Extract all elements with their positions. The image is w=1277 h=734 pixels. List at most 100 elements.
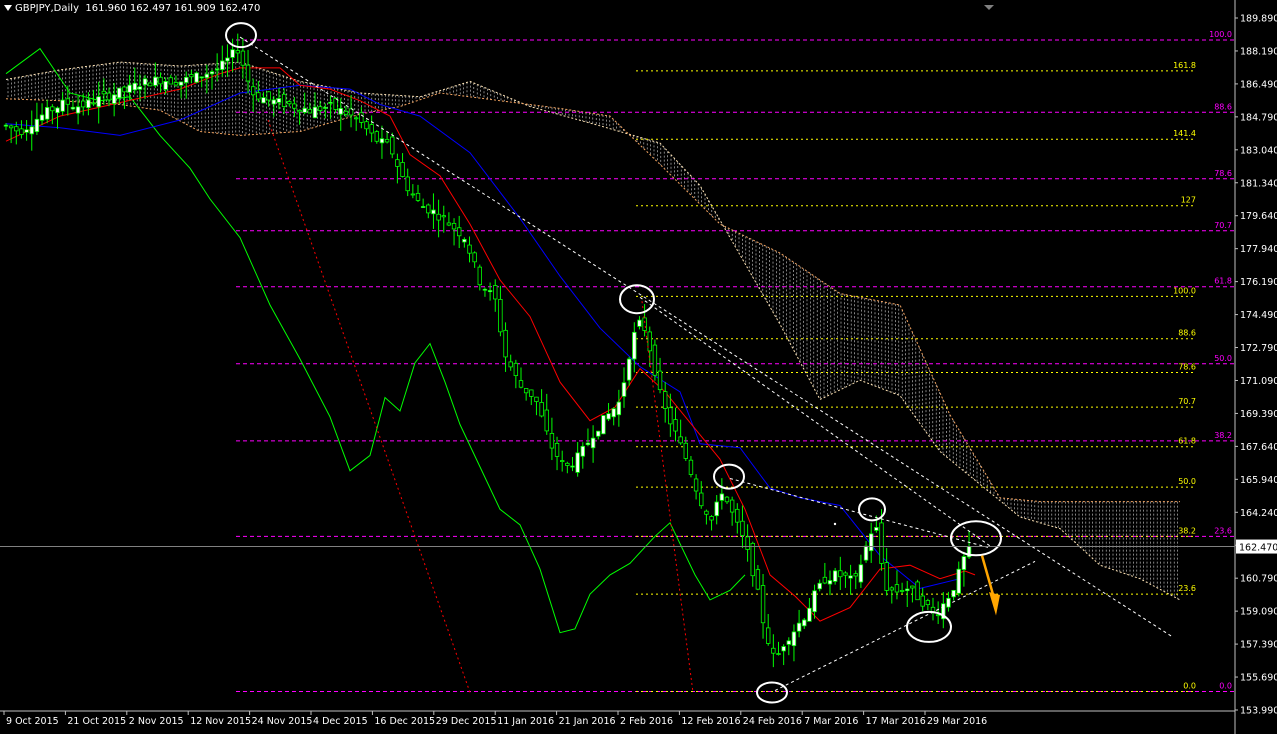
y-tick-label: 183.040 <box>1240 145 1277 156</box>
kijun-sen-line <box>5 84 961 589</box>
x-tick-label: 11 Jan 2016 <box>497 716 554 727</box>
price-chart[interactable]: 100.0 88.6 78.6 70.7 61.8 50.0 38.2 23.6 0.0 161.… <box>0 0 1277 734</box>
candle-body <box>894 584 900 593</box>
candle-body <box>292 103 297 109</box>
candle-body <box>889 587 894 591</box>
fib-extension-label: 70.7 <box>1178 397 1196 406</box>
candle-body <box>400 162 405 177</box>
candle-body <box>693 478 699 492</box>
candle-body <box>467 244 472 254</box>
candle-body <box>554 442 560 457</box>
candle-body <box>55 107 60 114</box>
candle-body <box>153 76 158 86</box>
fib-retracement-label: 78.6 <box>1214 169 1232 178</box>
y-tick-label: 159.090 <box>1240 607 1277 618</box>
candle-body <box>420 206 426 208</box>
candle-body <box>184 76 189 83</box>
x-tick-label: 29 Mar 2016 <box>927 716 987 727</box>
trendline-support <box>774 560 1036 691</box>
candle-body <box>50 106 55 112</box>
fib-extension-label: 50.0 <box>1178 477 1196 486</box>
candle-body <box>647 331 652 352</box>
candle-body <box>621 382 627 397</box>
fib-retracement-label: 0.0 <box>1219 681 1232 690</box>
candle-body <box>199 76 204 79</box>
candle-body <box>426 204 431 214</box>
y-tick-label: 176.190 <box>1240 277 1277 288</box>
candle-body <box>214 68 220 71</box>
y-tick-label: 181.340 <box>1240 178 1277 189</box>
candle-body <box>719 493 725 501</box>
candle-body <box>740 520 745 536</box>
candle-body <box>802 619 807 627</box>
candle-body <box>544 409 549 432</box>
y-tick-label: 165.940 <box>1240 475 1277 486</box>
candle-body <box>456 227 462 237</box>
dropdown-triangle-icon[interactable] <box>4 5 12 11</box>
candle-body <box>220 60 225 70</box>
candle-body <box>565 462 570 466</box>
scroll-marker-icon <box>984 5 994 10</box>
candle-body <box>606 413 611 420</box>
highlight-circle <box>950 520 1002 557</box>
y-tick-label: 188.190 <box>1240 46 1277 57</box>
candle-body <box>863 545 869 561</box>
candle-body <box>390 136 395 155</box>
fib-extension-label: 141.4 <box>1173 129 1196 138</box>
candle-body <box>781 646 786 652</box>
candle-body <box>508 361 513 368</box>
y-tick-label: 184.790 <box>1240 112 1277 123</box>
candle-body <box>843 572 848 576</box>
candle-body <box>796 622 802 632</box>
candle-body <box>884 562 889 591</box>
candle-body <box>673 419 678 432</box>
indicator-lines <box>5 47 976 634</box>
candle-body <box>822 576 828 584</box>
candle-body <box>879 522 884 564</box>
y-tick-label: 186.490 <box>1240 79 1277 90</box>
candle-body <box>240 50 246 66</box>
candle-body <box>317 106 323 111</box>
candle-body <box>498 299 503 333</box>
x-tick-label: 16 Dec 2015 <box>374 716 435 727</box>
x-tick-label: 24 Nov 2015 <box>252 716 313 727</box>
symbol-label: GBPJPY,Daily <box>15 3 79 14</box>
fib-extension-label: 61.8 <box>1178 437 1196 446</box>
candle-body <box>137 86 143 90</box>
candle-body <box>173 82 179 86</box>
candle-body <box>261 97 266 104</box>
candle-body <box>379 138 385 144</box>
fib-extension-label: 0.0 <box>1183 681 1196 690</box>
trendline-secondary-resistance <box>639 296 991 547</box>
x-tick-label: 7 Mar 2016 <box>804 716 858 727</box>
candle-body <box>158 76 163 85</box>
candle-body <box>560 460 565 463</box>
candle-body <box>513 362 519 376</box>
candle-body <box>111 94 117 104</box>
x-tick-label: 2 Feb 2016 <box>620 716 673 727</box>
candle-body <box>312 106 318 119</box>
x-tick-label: 2 Nov 2015 <box>129 716 184 727</box>
candle-body <box>724 496 730 503</box>
senkou-span-a-line <box>5 61 1181 601</box>
x-tick-label: 12 Feb 2016 <box>681 716 740 727</box>
candle-body <box>601 415 606 435</box>
candle-body <box>34 118 40 133</box>
candle-body <box>729 499 735 513</box>
candle-body <box>688 459 694 475</box>
candle-body <box>266 91 271 101</box>
candle-body <box>925 600 931 606</box>
candle-body <box>127 84 132 93</box>
candle-body <box>338 108 343 115</box>
candle-body <box>39 114 45 121</box>
forecast-arrow-shaft <box>980 555 996 599</box>
candle-body <box>8 125 14 129</box>
candle-body <box>549 433 555 449</box>
chart-header: GBPJPY,Daily 161.960 162.497 161.909 162… <box>4 3 260 14</box>
candle-body <box>771 647 776 654</box>
cloud-hatching <box>7 62 1178 599</box>
stray-dot <box>833 522 837 526</box>
fib-diagonal-red-1 <box>267 119 471 693</box>
candle-body <box>626 358 632 381</box>
candle-body <box>302 107 307 113</box>
